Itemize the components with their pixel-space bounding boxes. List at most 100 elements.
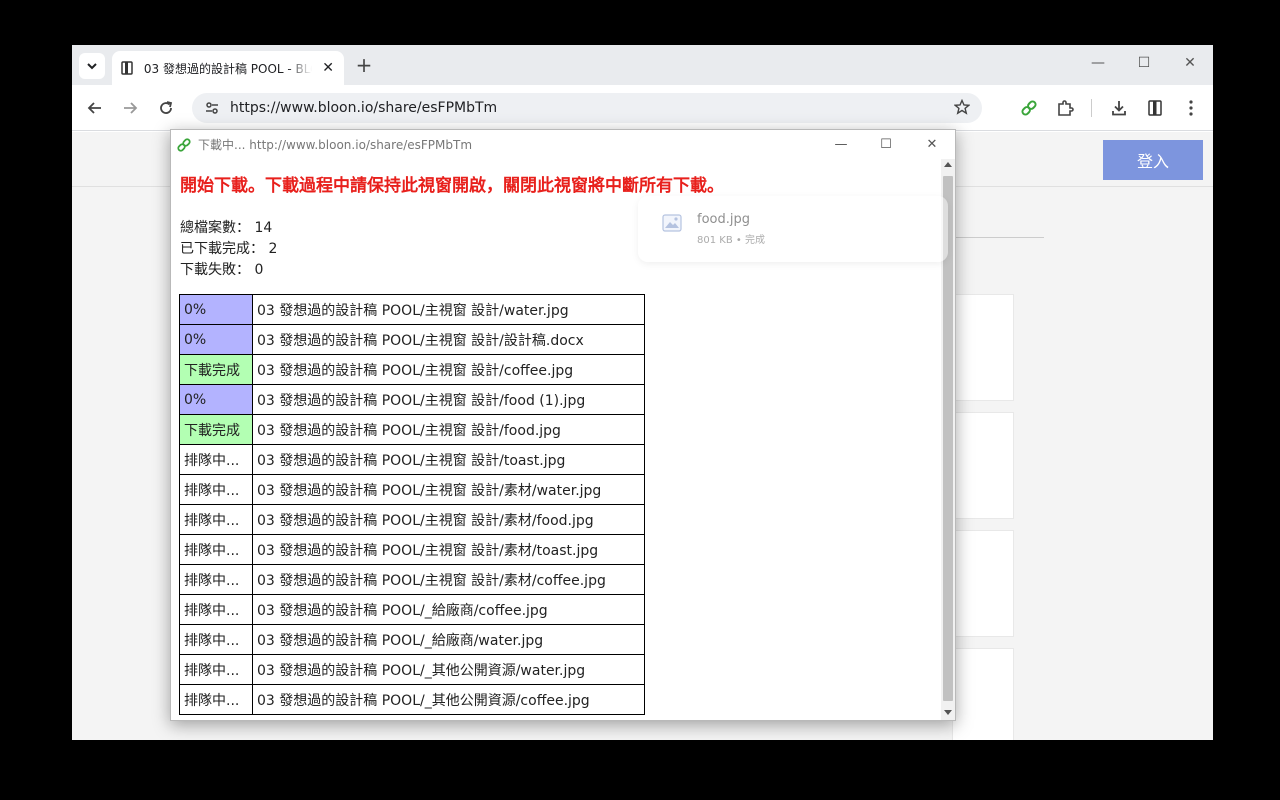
file-path: 03 發想過的設計稿 POOL/主視窗 設計/設計稿.docx (252, 324, 645, 355)
download-file-table: 0% 03 發想過的設計稿 POOL/主視窗 設計/water.jpg 0% 03 發… (179, 294, 645, 715)
popup-title-bar: 下載中... http://www.bloon.io/share/esFPMbT… (171, 130, 955, 159)
file-path: 03 發想過的設計稿 POOL/主視窗 設計/food (1).jpg (252, 384, 645, 415)
stat-value: 14 (254, 220, 273, 236)
stat-value: 0 (254, 262, 264, 278)
file-row: 排隊中... 03 發想過的設計稿 POOL/_給廠商/coffee.jpg (179, 594, 645, 625)
file-status: 排隊中... (179, 594, 253, 625)
file-row: 0% 03 發想過的設計稿 POOL/主視窗 設計/設計稿.docx (179, 324, 645, 355)
new-tab-button[interactable]: + (354, 55, 374, 75)
file-path: 03 發想過的設計稿 POOL/主視窗 設計/toast.jpg (252, 444, 645, 475)
download-bubble[interactable]: food.jpg 801 KB • 完成 (638, 196, 948, 262)
url-text[interactable]: https://www.bloon.io/share/esFPMbTm (230, 100, 497, 116)
file-path: 03 發想過的設計稿 POOL/_給廠商/coffee.jpg (252, 594, 645, 625)
popup-title: 下載中... http://www.bloon.io/share/esFPMbT… (198, 138, 473, 152)
browser-tab-active[interactable]: 03 發想過的設計稿 POOL - BLOON ✕ (112, 51, 344, 85)
file-status: 0% (179, 294, 253, 325)
file-status: 下載完成 (179, 354, 253, 385)
file-row: 排隊中... 03 發想過的設計稿 POOL/_給廠商/water.jpg (179, 624, 645, 655)
stat-value: 2 (268, 241, 278, 257)
popup-close-button[interactable]: ✕ (922, 137, 942, 152)
extensions-button[interactable] (1054, 97, 1076, 119)
file-row: 排隊中... 03 發想過的設計稿 POOL/主視窗 設計/素材/food.jpg (179, 504, 645, 535)
page-card[interactable] (952, 530, 1014, 637)
file-status: 0% (179, 324, 253, 355)
stat-total: 總檔案數： 14 (180, 217, 272, 237)
tab-close-button[interactable]: ✕ (320, 60, 336, 76)
file-path: 03 發想過的設計稿 POOL/_其他公開資源/water.jpg (252, 654, 645, 685)
toolbar-divider (1091, 99, 1092, 117)
chevron-down-icon (87, 63, 97, 70)
file-path: 03 發想過的設計稿 POOL/主視窗 設計/coffee.jpg (252, 354, 645, 385)
arrow-right-icon (124, 102, 138, 114)
reload-icon (160, 101, 173, 114)
file-path: 03 發想過的設計稿 POOL/_給廠商/water.jpg (252, 624, 645, 655)
file-row: 排隊中... 03 發想過的設計稿 POOL/主視窗 設計/toast.jpg (179, 444, 645, 475)
link-icon (176, 137, 192, 153)
star-icon[interactable] (953, 98, 971, 119)
popup-minimize-button[interactable]: — (831, 137, 851, 152)
file-status: 排隊中... (179, 444, 253, 475)
file-path: 03 發想過的設計稿 POOL/_其他公開資源/coffee.jpg (252, 684, 645, 715)
stat-label: 總檔案數： (180, 220, 250, 236)
link-icon (1021, 100, 1037, 116)
arrow-left-icon (87, 102, 101, 114)
download-file-name: food.jpg (697, 212, 750, 227)
file-row: 0% 03 發想過的設計稿 POOL/主視窗 設計/food (1).jpg (179, 384, 645, 415)
file-path: 03 發想過的設計稿 POOL/主視窗 設計/素材/food.jpg (252, 504, 645, 535)
page-card[interactable] (952, 412, 1014, 519)
stat-label: 下載失敗： (180, 262, 250, 278)
file-status: 排隊中... (179, 684, 253, 715)
file-status: 排隊中... (179, 504, 253, 535)
address-bar[interactable]: https://www.bloon.io/share/esFPMbTm (192, 93, 982, 123)
page-card[interactable] (952, 648, 1014, 740)
file-row: 排隊中... 03 發想過的設計稿 POOL/主視窗 設計/素材/water.jp… (179, 474, 645, 505)
book-icon (120, 61, 134, 75)
download-heading: 開始下載。下載過程中請保持此視窗開啟，關閉此視窗將中斷所有下載。 (180, 176, 724, 196)
book-icon (1148, 100, 1162, 116)
login-button[interactable]: 登入 (1103, 140, 1203, 180)
file-row: 排隊中... 03 發想過的設計稿 POOL/主視窗 設計/素材/toast.jp… (179, 534, 645, 565)
file-path: 03 發想過的設計稿 POOL/主視窗 設計/food.jpg (252, 414, 645, 445)
file-path: 03 發想過的設計稿 POOL/主視窗 設計/water.jpg (252, 294, 645, 325)
tab-strip: 03 發想過的設計稿 POOL - BLOON ✕ + — ☐ ✕ (72, 45, 1213, 85)
menu-button[interactable] (1180, 97, 1202, 119)
forward-button[interactable] (119, 97, 141, 119)
page-card[interactable] (952, 294, 1014, 401)
back-button[interactable] (84, 97, 106, 119)
stat-failed: 下載失敗： 0 (180, 259, 263, 279)
file-path: 03 發想過的設計稿 POOL/主視窗 設計/素材/toast.jpg (252, 534, 645, 565)
kebab-menu-icon (1189, 100, 1193, 116)
stat-label: 已下載完成： (180, 241, 264, 257)
scroll-down-arrow-icon[interactable] (944, 710, 952, 715)
window-minimize-button[interactable]: — (1086, 55, 1110, 71)
popup-maximize-button[interactable]: ☐ (876, 137, 896, 152)
tune-icon[interactable] (200, 100, 224, 116)
downloads-button[interactable] (1108, 97, 1130, 119)
reload-button[interactable] (155, 97, 177, 119)
file-row: 排隊中... 03 發想過的設計稿 POOL/主視窗 設計/素材/coffee.j… (179, 564, 645, 595)
file-status: 排隊中... (179, 624, 253, 655)
tab-title: 03 發想過的設計稿 POOL - BLOON (143, 61, 312, 76)
puzzle-icon (1058, 100, 1074, 116)
file-status: 排隊中... (179, 654, 253, 685)
stat-completed: 已下載完成： 2 (180, 238, 277, 258)
file-status: 0% (179, 384, 253, 415)
window-maximize-button[interactable]: ☐ (1132, 55, 1156, 71)
link-extension-button[interactable] (1018, 97, 1040, 119)
download-icon (1112, 101, 1126, 116)
download-file-meta: 801 KB • 完成 (697, 235, 765, 246)
page-divider (952, 237, 1044, 238)
file-status: 下載完成 (179, 414, 253, 445)
browser-toolbar: https://www.bloon.io/share/esFPMbTm (72, 85, 1213, 131)
profile-button[interactable] (1144, 97, 1166, 119)
file-path: 03 發想過的設計稿 POOL/主視窗 設計/素材/water.jpg (252, 474, 645, 505)
file-status: 排隊中... (179, 564, 253, 595)
tab-search-button[interactable] (79, 53, 105, 79)
image-file-icon (662, 214, 682, 232)
scroll-up-arrow-icon[interactable] (944, 162, 952, 167)
file-row: 下載完成 03 發想過的設計稿 POOL/主視窗 設計/coffee.jpg (179, 354, 645, 385)
file-status: 排隊中... (179, 534, 253, 565)
file-row: 排隊中... 03 發想過的設計稿 POOL/_其他公開資源/coffee.jpg (179, 684, 645, 715)
file-row: 排隊中... 03 發想過的設計稿 POOL/_其他公開資源/water.jpg (179, 654, 645, 685)
window-close-button[interactable]: ✕ (1178, 55, 1202, 71)
